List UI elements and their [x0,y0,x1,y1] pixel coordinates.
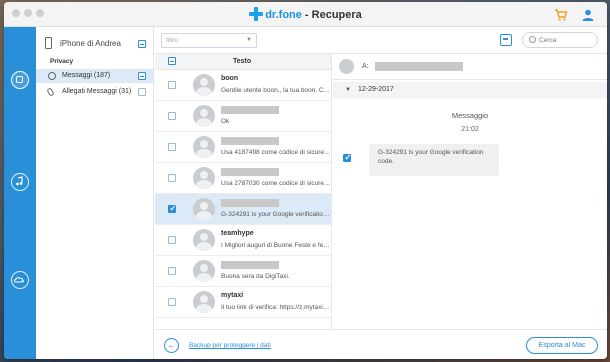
tree-item-attachments[interactable]: Allegati Messaggi (31) [36,85,154,99]
device-row[interactable]: iPhone di Andrea [44,37,150,51]
message-list: Testo boon Gentile utente boon,, la tua … [155,54,332,329]
redacted-sender [221,199,279,207]
redacted-sender [221,106,279,114]
message-bubble: G-324291 is your Google verification cod… [369,144,499,176]
row-checkbox[interactable] [168,267,176,275]
message-preview: G-324291 is your Google verification... [221,211,331,218]
tree-section-title: Privacy [50,58,74,65]
search-input[interactable] [539,35,593,45]
avatar [193,260,215,282]
message-preview: Buona sera da DigiTaxi. [221,273,290,280]
export-button[interactable]: Esporta al Mac [526,337,598,354]
device-checkbox[interactable] [138,40,146,48]
print-icon[interactable] [500,34,512,46]
back-button[interactable]: ← [164,338,179,353]
phone-icon [45,37,52,49]
list-item[interactable]: boon Gentile utente boon,, la tua boon. … [155,70,331,101]
message-preview: Usa 4187498 come codice di sicurez... [221,149,331,156]
message-time: 21:02 [461,126,479,133]
recipient-label: A: [362,63,369,70]
avatar [193,74,215,96]
cloud-restore-icon[interactable] [11,271,29,289]
avatar [193,291,215,313]
search-box[interactable] [522,32,598,48]
recipient-row: A: [333,54,607,80]
sender-name: mytaxi [221,292,244,299]
message-checkbox[interactable] [343,153,351,162]
redacted-sender [221,168,279,176]
backup-link[interactable]: Backup per proteggere i dati [189,342,271,349]
message-preview: Gentile utente boon,, la tua boon. Ca... [221,87,331,94]
cart-icon[interactable] [554,8,568,22]
list-item[interactable]: mytaxi Il tuo link di verifica: https://… [155,287,331,318]
music-restore-icon[interactable] [11,173,29,191]
list-item[interactable]: Ok [155,101,331,132]
tree-item-messages[interactable]: Messaggi (187) [36,69,154,83]
row-checkbox[interactable] [168,236,176,244]
list-item[interactable]: teamhype I Migliori auguri di Buone Fest… [155,225,331,256]
collapse-triangle-icon: ▼ [345,87,351,93]
chevron-down-icon: ▼ [246,37,252,43]
device-name: iPhone di Andrea [60,39,121,48]
search-icon [529,36,536,43]
message-preview: I Migliori auguri di Buone Feste e feli.… [221,242,331,249]
list-item[interactable]: G-324291 is your Google verification... [155,194,331,225]
message-detail: A: ▼ 12-29-2017 Messaggio 21:02 G-324291… [333,54,607,329]
row-checkbox[interactable] [168,174,176,182]
device-restore-icon[interactable] [11,71,29,89]
avatar [193,198,215,220]
logo-plus-icon [249,7,264,21]
list-item[interactable]: Buona sera da DigiTaxi. [155,256,331,287]
list-item[interactable]: Usa 2787030 come codice di sicurez... [155,163,331,194]
row-checkbox[interactable] [168,81,176,89]
paperclip-icon [46,87,55,97]
row-checkbox[interactable] [168,143,176,151]
date-label: 12-29-2017 [358,86,394,93]
app-window: dr.fone - Recupera iPhone di Andrea Priv… [4,2,607,359]
select-all-checkbox[interactable] [168,57,176,65]
message-bubble-icon [48,72,56,80]
list-header: Testo [155,54,331,70]
filter-toolbar: filtro ▼ [155,27,607,54]
sender-name: boon [221,75,239,82]
avatar [193,136,215,158]
message-preview: Usa 2787030 come codice di sicurez... [221,180,331,187]
redacted-recipient [375,62,463,71]
tree-item-checkbox[interactable] [138,72,146,80]
message-preview: Il tuo link di verifica: https://z.mytax… [221,304,331,311]
user-icon[interactable] [581,8,595,22]
window-title: dr.fone - Recupera [4,7,607,21]
column-header-text: Testo [233,58,252,65]
sender-name: teamhype [221,230,254,237]
title-bar: dr.fone - Recupera [4,2,607,27]
avatar [193,167,215,189]
message-preview: Ok [221,118,230,125]
category-tree: iPhone di Andrea Privacy Messaggi (187) … [36,27,154,359]
tree-item-checkbox[interactable] [138,88,146,96]
date-group-header[interactable]: ▼ 12-29-2017 [333,82,607,99]
mode-sidebar [4,27,36,359]
list-item[interactable]: Usa 4187498 come codice di sicurez... [155,132,331,163]
message-title: Messaggio [451,111,489,120]
row-checkbox[interactable] [168,204,176,213]
avatar [193,229,215,251]
avatar [193,105,215,127]
filter-dropdown[interactable]: filtro ▼ [161,33,257,48]
avatar [339,59,354,74]
bottom-bar: ← Backup per proteggere i dati Esporta a… [155,329,607,359]
row-checkbox[interactable] [168,112,176,120]
redacted-sender [221,261,279,269]
row-checkbox[interactable] [168,298,176,306]
redacted-sender [221,137,279,145]
